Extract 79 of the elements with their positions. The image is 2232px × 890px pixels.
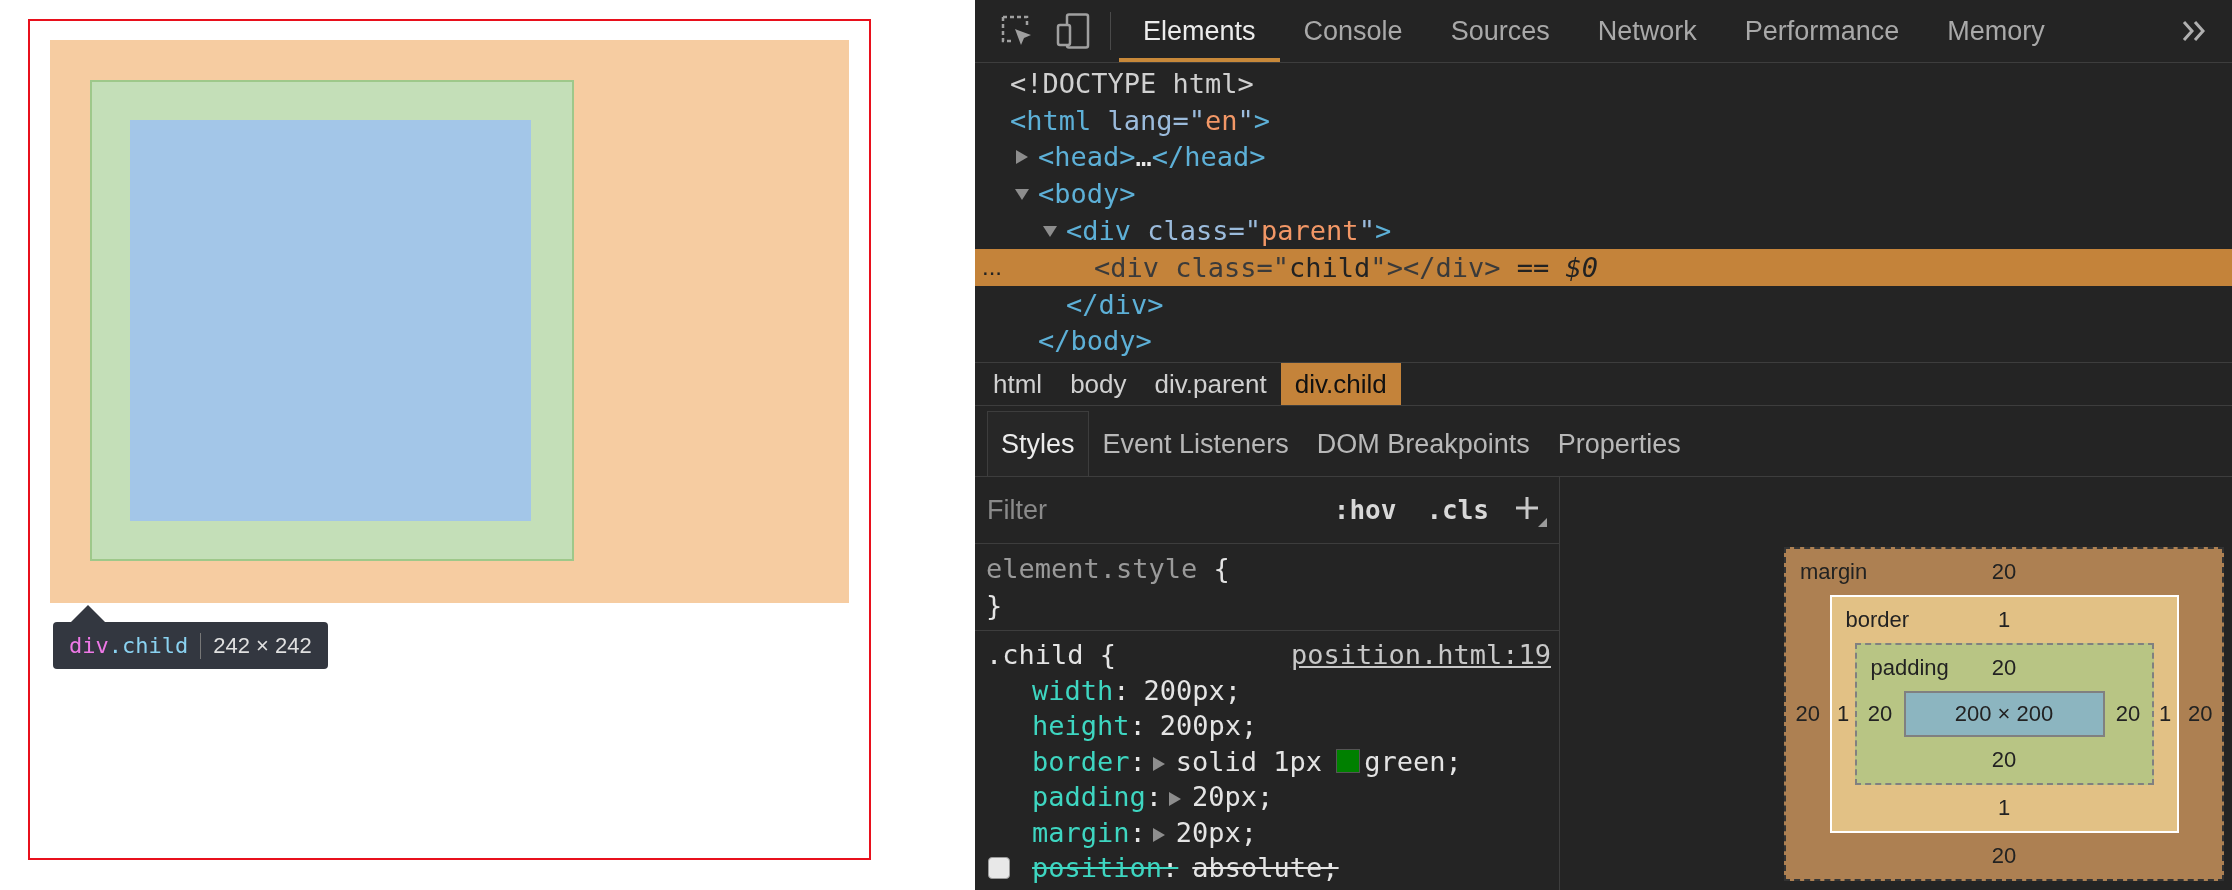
dom-node[interactable]: <div class="child"></div> == $0 [1094, 251, 1598, 283]
box-value: 20 [1866, 701, 1894, 727]
breadcrumb[interactable]: div.child [1280, 363, 1401, 405]
dom-tree-row[interactable]: </div> [975, 285, 2232, 323]
checkbox[interactable] [988, 856, 1010, 879]
css-property[interactable]: border: [1032, 745, 1146, 777]
css-property[interactable]: height: [1032, 710, 1146, 742]
box-value: 20 [1991, 559, 2017, 585]
css-property[interactable]: margin: [1032, 816, 1146, 848]
sidebar-tab[interactable]: Event Listeners [1088, 411, 1303, 476]
breadcrumb[interactable]: html [979, 363, 1057, 405]
dom-tree-row[interactable]: <body> [975, 175, 2232, 213]
box-value: 1 [1835, 701, 1851, 727]
box-value: 20 [2114, 701, 2142, 727]
css-value[interactable]: 20px; [1192, 781, 1274, 813]
dom-tree-row[interactable]: <!DOCTYPE html> [975, 65, 2232, 102]
triangle-right-icon[interactable] [1151, 827, 1166, 842]
box-value: 1 [2157, 701, 2173, 727]
triangle-down-icon[interactable] [1043, 223, 1057, 238]
css-value[interactable]: 200px; [1159, 710, 1258, 742]
filter-field[interactable]: Filter [987, 494, 1310, 526]
breadcrumb[interactable]: body [1056, 363, 1141, 405]
css-selector: element.style { [986, 553, 1230, 584]
css-value[interactable]: 200px; [1143, 674, 1242, 706]
source-link[interactable]: position.html:19 [1290, 639, 1551, 671]
dom-node[interactable]: <html lang="en"> [1010, 104, 1271, 136]
css-value[interactable]: solid 1px [1175, 745, 1323, 777]
box-label: margin [1799, 559, 1869, 585]
tooltip-size: 242 × 242 [213, 632, 312, 659]
box-value: 20 [1991, 655, 2017, 681]
sidebar-tab[interactable]: Styles [987, 411, 1089, 476]
css-value[interactable]: absolute; [1192, 852, 1339, 884]
toggle-button[interactable]: .cls [1420, 495, 1495, 525]
more-tabs-icon[interactable] [2182, 20, 2206, 42]
dom-node[interactable]: </body> [1038, 325, 1152, 357]
dom-tree-row[interactable]: ... <div class="child"></div> == $0 [975, 249, 2232, 286]
box-value: 20 [2187, 701, 2214, 727]
triangle-right-icon[interactable] [1168, 792, 1183, 807]
css-value[interactable]: 20px; [1175, 816, 1258, 848]
dom-tree-row[interactable]: <head>…</head> [975, 138, 2232, 176]
sidebar-tab[interactable]: DOM Breakpoints [1302, 411, 1544, 476]
color-swatch-icon[interactable] [1336, 749, 1361, 774]
box-value: 1 [1997, 795, 2011, 821]
box-value: 1 [1997, 607, 2011, 633]
breadcrumb[interactable]: div.parent [1140, 363, 1281, 405]
css-property[interactable]: padding: [1032, 781, 1163, 813]
dom-node[interactable]: <!DOCTYPE html> [1010, 67, 1254, 99]
more-options-button[interactable]: ... [982, 253, 1002, 281]
devtools-tab[interactable]: Network [1573, 0, 1721, 62]
devtools-tab[interactable]: Performance [1720, 0, 1924, 62]
css-property[interactable]: width: [1032, 674, 1130, 706]
box-value: 20 [1991, 843, 2017, 869]
tooltip-selector: div.child [69, 633, 189, 658]
dom-tree-row[interactable]: <html lang="en"> [975, 101, 2232, 139]
devtools-tab[interactable]: Elements [1119, 0, 1280, 62]
box-value: 200 × 200 [1954, 701, 2054, 727]
css-selector: .child { [986, 639, 1117, 671]
devtools-tab[interactable]: Memory [1923, 0, 2069, 62]
box-value: 20 [1991, 747, 2017, 773]
toggle-button[interactable]: :hov [1327, 495, 1403, 525]
dom-node[interactable]: <div class="parent"> [1066, 215, 1392, 247]
dom-node[interactable]: </div> [1066, 288, 1164, 320]
triangle-right-icon[interactable] [1151, 756, 1166, 771]
devtools-tab[interactable]: Sources [1426, 0, 1574, 62]
device-toolbar-icon[interactable] [1056, 13, 1090, 49]
devtools-tab[interactable]: Console [1279, 0, 1427, 62]
css-value[interactable]: green; [1364, 745, 1462, 777]
dom-tree-row[interactable]: <div class="parent"> [975, 212, 2232, 249]
triangle-down-icon[interactable] [1015, 186, 1029, 201]
sidebar-tab[interactable]: Properties [1543, 411, 1695, 476]
box-label: border [1844, 607, 1911, 633]
dom-tree-row[interactable]: </body> [975, 322, 2232, 360]
box-label: padding [1869, 655, 1950, 681]
css-brace: } [986, 590, 1003, 621]
css-property[interactable]: position: [1032, 852, 1179, 884]
dom-node[interactable]: <body> [1038, 178, 1136, 210]
box-value: 20 [1794, 701, 1821, 727]
triangle-right-icon[interactable] [1015, 150, 1029, 164]
dom-node[interactable]: <head>…</head> [1038, 141, 1266, 173]
